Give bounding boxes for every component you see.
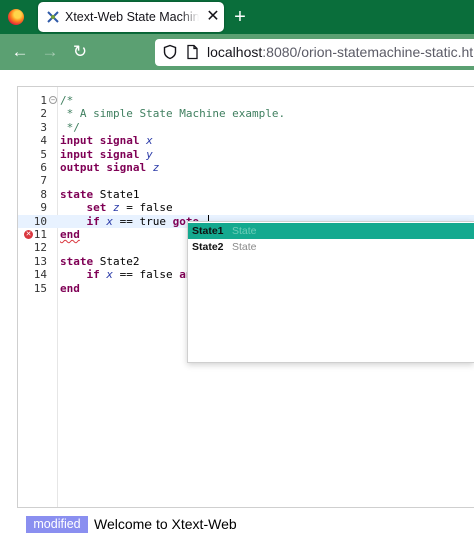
code-text: set z = false	[60, 201, 173, 214]
code-token: z	[113, 201, 120, 215]
code-text: /*	[60, 94, 73, 107]
code-line[interactable]: 8 state State1	[18, 188, 474, 201]
line-number: 1	[40, 94, 47, 107]
autocomplete-popup: State1 State State2 State	[187, 221, 474, 363]
code-line[interactable]: 2 * A simple State Machine example.	[18, 107, 474, 120]
code-token: y	[146, 147, 153, 161]
code-token: output signal	[60, 161, 147, 174]
code-token: end	[60, 281, 80, 295]
code-line[interactable]: 6 output signal z	[18, 161, 474, 174]
code-token: State1	[93, 187, 140, 201]
tab-title: Xtext-Web State Machine E	[65, 10, 199, 24]
code-token: end	[60, 228, 80, 241]
code-token: x	[106, 268, 113, 282]
code-line[interactable]: 1−/*	[18, 94, 474, 107]
fold-toggle-icon[interactable]: −	[49, 96, 57, 104]
code-line[interactable]: 5 input signal y	[18, 148, 474, 161]
code-text: input signal y	[60, 148, 153, 161]
reload-button[interactable]: ↻	[68, 40, 92, 64]
code-token: state	[60, 254, 94, 268]
url-bar[interactable]: localhost:8080/orion-statemachine-static…	[155, 39, 474, 66]
code-token: input signal	[60, 147, 140, 161]
code-line[interactable]: 7	[18, 174, 474, 187]
code-text: if x == false and	[60, 268, 200, 282]
code-token: if	[86, 268, 100, 282]
suggestion-name: State2	[192, 241, 224, 253]
line-number: 8	[40, 187, 47, 201]
code-token: == true	[113, 214, 173, 228]
code-text: state State2	[60, 255, 139, 268]
code-text: */	[60, 121, 80, 134]
back-button[interactable]: ←	[8, 40, 32, 64]
suggestion-kind: State	[232, 225, 257, 237]
code-text: end	[60, 282, 80, 295]
code-token: x	[146, 134, 153, 148]
tab-strip: Xtext-Web State Machine E ✕ +	[0, 0, 474, 34]
code-token: == false	[113, 268, 180, 282]
code-text: state State1	[60, 188, 139, 201]
code-token: = false	[119, 201, 173, 215]
code-text: * A simple State Machine example.	[60, 107, 286, 121]
new-tab-button[interactable]: +	[230, 6, 250, 28]
modified-badge: modified	[26, 516, 88, 533]
code-token: /*	[60, 94, 74, 107]
line-number: 13	[33, 254, 47, 268]
firefox-logo-icon[interactable]	[8, 9, 24, 25]
suggestion-kind: State	[232, 241, 257, 253]
line-number: 9	[40, 201, 47, 215]
code-text: input signal x	[60, 134, 153, 147]
line-number: 6	[40, 161, 47, 174]
code-token: input signal	[60, 134, 140, 148]
line-number: 15	[33, 281, 47, 295]
tab-xtext-web[interactable]: Xtext-Web State Machine E ✕	[38, 2, 224, 32]
line-number: 14	[33, 268, 47, 282]
error-marker-icon[interactable]: ✕	[24, 230, 33, 239]
url-path: :8080/orion-statemachine-static.html	[262, 44, 474, 60]
suggestion-name: State1	[192, 225, 224, 237]
line-number: 2	[40, 107, 47, 121]
line-number: 7	[40, 174, 47, 188]
line-number: 4	[40, 134, 47, 148]
code-text: end	[60, 228, 80, 241]
url-text[interactable]: localhost:8080/orion-statemachine-static…	[207, 44, 474, 60]
line-number: 10	[33, 214, 47, 228]
line-number: 3	[40, 120, 47, 134]
autocomplete-item[interactable]: State1 State	[188, 223, 474, 239]
code-line[interactable]: 3 */	[18, 121, 474, 134]
code-text: output signal z	[60, 161, 159, 174]
code-token: State2	[93, 254, 140, 268]
code-token: */	[60, 120, 80, 134]
forward-button[interactable]: →	[38, 40, 62, 64]
code-line[interactable]: 4 input signal x	[18, 134, 474, 147]
line-number: 12	[33, 241, 47, 255]
page-icon[interactable]	[184, 44, 200, 60]
tab-close-icon[interactable]: ✕	[205, 8, 221, 26]
code-token: * A simple State Machine example.	[60, 107, 286, 121]
autocomplete-item[interactable]: State2 State	[188, 239, 474, 255]
code-token: state	[60, 187, 94, 201]
code-token: set	[86, 201, 107, 215]
code-line[interactable]: 9 set z = false	[18, 201, 474, 214]
shield-icon[interactable]	[162, 44, 178, 60]
code-token: z	[152, 161, 160, 174]
line-number: 5	[40, 147, 47, 161]
url-host: localhost	[207, 44, 263, 60]
code-token: if	[86, 214, 100, 228]
status-message: Welcome to Xtext-Web	[94, 516, 237, 532]
xtext-favicon-icon	[47, 11, 59, 23]
code-token: x	[106, 214, 113, 228]
